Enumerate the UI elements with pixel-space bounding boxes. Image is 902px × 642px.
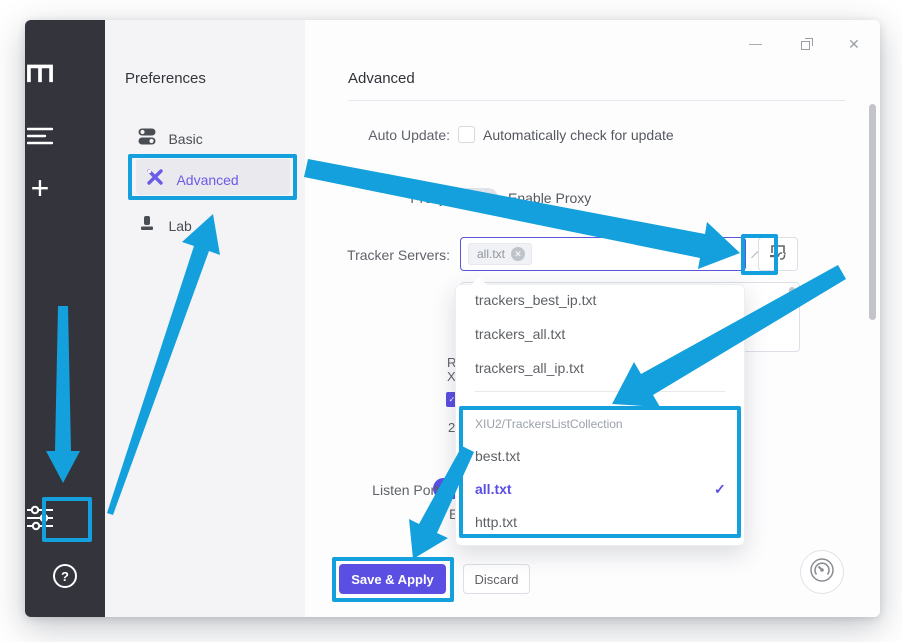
title-divider — [348, 100, 845, 101]
sidebar-item-label: Lab — [168, 218, 191, 234]
motrix-logo-icon — [0, 60, 80, 89]
speedometer-icon — [809, 557, 835, 588]
tracker-servers-label: Tracker Servers: — [330, 247, 450, 263]
remove-tag-icon[interactable]: ✕ — [511, 247, 525, 261]
speed-limit-button[interactable] — [800, 550, 844, 594]
dropdown-option[interactable]: trackers_all.txt — [475, 326, 565, 342]
selected-tracker-tag: all.txt ✕ — [468, 243, 532, 265]
page-scrollbar-thumb[interactable] — [869, 104, 876, 320]
minimize-button[interactable]: — — [749, 36, 762, 51]
annotation-box-save-button — [332, 557, 454, 602]
annotation-box-preferences-icon — [42, 497, 92, 542]
auto-update-checkbox[interactable] — [458, 126, 475, 143]
auto-update-label: Auto Update: — [330, 127, 450, 143]
task-list-icon[interactable] — [0, 126, 80, 151]
dropdown-caret — [471, 277, 487, 285]
dropdown-option[interactable]: trackers_all_ip.txt — [475, 360, 584, 376]
preferences-panel — [105, 20, 305, 617]
toggle-knob — [460, 190, 476, 206]
panel-title: Preferences — [125, 70, 206, 87]
maximize-icon-corner — [805, 38, 813, 46]
sidebar-item-lab[interactable]: Lab — [139, 216, 192, 236]
textarea-scrollbar-thumb[interactable] — [789, 287, 795, 305]
proxy-toggle[interactable] — [458, 188, 498, 208]
dropdown-option[interactable]: trackers_best_ip.txt — [475, 292, 596, 308]
basic-icon — [138, 128, 156, 150]
dropdown-divider — [475, 391, 725, 392]
help-button[interactable]: ? — [53, 564, 77, 588]
tracker-servers-select[interactable]: all.txt ✕ — [460, 237, 746, 271]
discard-button[interactable]: Discard — [463, 564, 530, 594]
screenshot-root: + ? Preferences Basic — [0, 0, 902, 642]
lab-icon — [139, 216, 155, 236]
question-icon: ? — [61, 569, 69, 584]
add-task-icon[interactable]: + — [0, 170, 80, 207]
annotation-box-dropdown-group — [459, 406, 741, 538]
auto-update-checkbox-label: Automatically check for update — [483, 127, 674, 143]
page-title: Advanced — [348, 70, 415, 87]
close-button[interactable]: ✕ — [848, 36, 860, 53]
sidebar-item-label: Basic — [168, 131, 202, 147]
proxy-label: Proxy: — [330, 190, 450, 206]
sidebar-item-basic[interactable]: Basic — [138, 128, 203, 150]
maximize-button[interactable] — [801, 38, 813, 50]
tag-label: all.txt — [477, 247, 505, 261]
proxy-toggle-label: Enable Proxy — [508, 190, 591, 206]
annotation-box-advanced — [128, 154, 297, 200]
annotation-box-chevron — [741, 234, 778, 275]
listen-ports-label: Listen Ports: — [330, 482, 450, 498]
